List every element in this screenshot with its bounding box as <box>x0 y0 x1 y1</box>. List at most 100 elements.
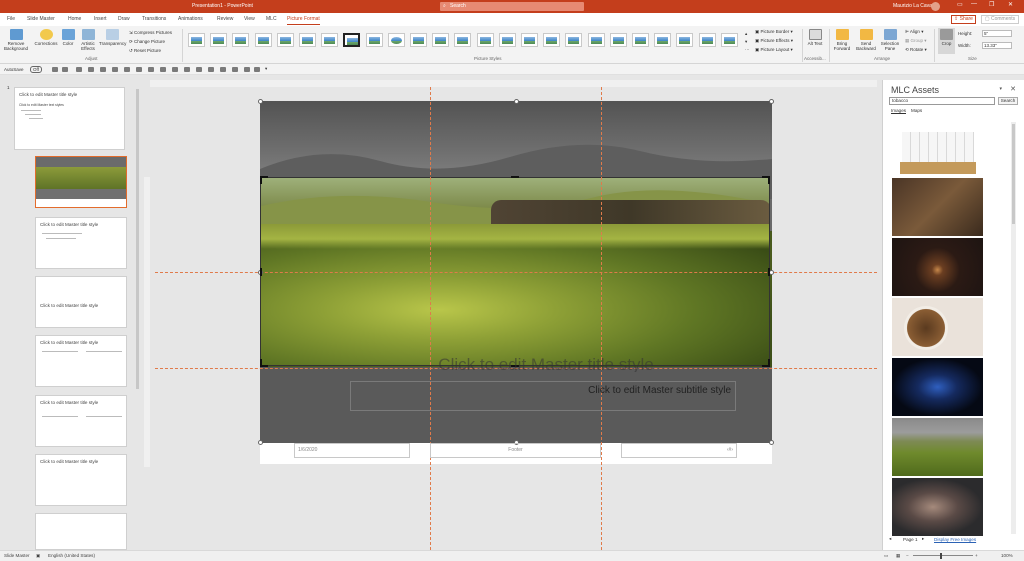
minimize-button[interactable]: — <box>971 1 977 7</box>
close-icon[interactable]: ✕ <box>1010 85 1016 93</box>
crop-handle[interactable] <box>260 268 262 276</box>
crop-handle[interactable] <box>768 176 770 184</box>
picture-style-option[interactable] <box>299 33 316 47</box>
sorter-view-icon[interactable]: ▦ <box>896 553 900 559</box>
picture-icon[interactable] <box>232 67 238 72</box>
bring-forward-button[interactable]: Bring Forward <box>832 29 852 51</box>
display-free-images-link[interactable]: Display Free Images <box>934 537 976 542</box>
resize-handle[interactable] <box>258 440 263 445</box>
resize-handle[interactable] <box>514 99 519 104</box>
slideshow-icon[interactable] <box>88 67 94 72</box>
transparency-button[interactable]: Transparency <box>99 29 126 46</box>
layout-thumbnail[interactable] <box>35 513 127 550</box>
picture-style-option[interactable] <box>321 33 339 47</box>
picture-style-option[interactable] <box>387 33 405 47</box>
crop-qat-icon[interactable] <box>184 67 190 72</box>
crop-button[interactable]: Crop <box>938 28 955 54</box>
guide-vertical[interactable] <box>601 87 602 550</box>
picture-style-option[interactable] <box>210 33 228 47</box>
layout-thumbnail[interactable]: Click to edit Master title style <box>35 217 127 269</box>
picture-style-option[interactable] <box>632 33 649 47</box>
picture-effects-button[interactable]: ▣ Picture Effects ▾ <box>755 38 793 44</box>
asset-image-tobacco-field[interactable] <box>892 418 983 476</box>
asset-search-button[interactable]: Search <box>998 97 1018 105</box>
scrollbar-thumb[interactable] <box>136 89 139 389</box>
picture-style-option[interactable] <box>565 33 583 47</box>
reset-picture-button[interactable]: ↺ Reset Picture <box>129 48 161 54</box>
layout-thumbnail-selected[interactable] <box>35 156 127 208</box>
restore-button[interactable]: ❐ <box>989 1 994 8</box>
tab-maps[interactable]: Maps <box>911 108 922 113</box>
picture-style-option[interactable] <box>654 33 672 47</box>
page-number-placeholder[interactable]: ‹#› <box>621 443 737 458</box>
asset-image-blue-smoke[interactable] <box>892 358 983 416</box>
picture-style-option[interactable] <box>521 33 538 47</box>
arrange-icon[interactable] <box>136 67 142 72</box>
tab-review[interactable]: Review <box>217 16 233 22</box>
asset-image-tobacco-leaves[interactable] <box>892 178 983 236</box>
send-backward-button[interactable]: Send Backward <box>855 29 877 51</box>
zoom-slider-thumb[interactable] <box>940 553 942 559</box>
next-page-icon[interactable]: ▸ <box>922 536 924 542</box>
alt-text-button[interactable]: Alt Text <box>807 29 823 46</box>
shape-fill-icon[interactable] <box>220 67 226 72</box>
text-box-icon[interactable] <box>208 67 214 72</box>
panel-scrollbar[interactable] <box>1011 122 1016 534</box>
gallery-more-arrow[interactable]: ⋯ <box>745 47 750 53</box>
tab-draw[interactable]: Draw <box>118 16 130 22</box>
picture-style-option[interactable] <box>720 33 738 47</box>
width-input[interactable]: 13.33" <box>982 42 1012 49</box>
tab-picture-format[interactable]: Picture Format <box>287 16 320 25</box>
panel-options-icon[interactable]: ▾ <box>999 86 1002 92</box>
picture-style-option[interactable] <box>698 33 716 47</box>
master-thumbnail[interactable]: Click to edit Master title style Click t… <box>14 87 125 150</box>
layout-thumbnail[interactable]: Click to edit Master title style <box>35 335 127 387</box>
group-button[interactable]: ▦ Group ▾ <box>905 38 927 44</box>
asset-image-smoke-dark[interactable] <box>892 238 983 296</box>
tab-animations[interactable]: Animations <box>178 16 203 22</box>
picture-style-option[interactable] <box>343 33 361 47</box>
resize-handle[interactable] <box>769 440 774 445</box>
thumbnail-scrollbar[interactable] <box>135 84 140 550</box>
tab-slide-master[interactable]: Slide Master <box>27 16 55 22</box>
picture-style-option[interactable] <box>609 33 627 47</box>
resize-handle[interactable] <box>769 99 774 104</box>
title-placeholder[interactable]: Click to edit Master title style <box>356 358 736 372</box>
picture-style-option[interactable] <box>188 33 205 47</box>
picture-style-option[interactable] <box>476 33 494 47</box>
subtitle-placeholder[interactable]: Click to edit Master subtitle style <box>350 381 736 411</box>
picture-layout-button[interactable]: ▣ Picture Layout ▾ <box>755 47 793 53</box>
zoom-slider[interactable] <box>913 555 973 556</box>
artistic-effects-button[interactable]: Artistic Effects <box>78 29 98 51</box>
picture-style-option[interactable] <box>676 33 694 47</box>
picture-style-option[interactable] <box>498 33 516 47</box>
lasso-icon[interactable] <box>196 67 202 72</box>
tab-file[interactable]: File <box>7 16 15 22</box>
share-button[interactable]: ⇪ Share <box>951 15 976 24</box>
gallery-up-arrow[interactable]: ▴ <box>745 31 747 37</box>
tab-home[interactable]: Home <box>68 16 81 22</box>
picture-border-button[interactable]: ▣ Picture Border ▾ <box>755 29 793 35</box>
prev-page-icon[interactable]: ◂ <box>889 536 891 542</box>
asset-image-cigarette-closeup[interactable] <box>892 298 983 356</box>
zoom-level[interactable]: 100% <box>1001 553 1013 558</box>
close-button[interactable]: ✕ <box>1008 1 1013 8</box>
guide-vertical[interactable] <box>430 87 431 550</box>
layout-thumbnail[interactable]: Click to edit Master title style <box>35 454 127 506</box>
tab-mlc[interactable]: MLC <box>266 16 277 22</box>
redo-icon[interactable] <box>76 67 82 72</box>
corrections-button[interactable]: Corrections <box>34 29 58 46</box>
tab-transitions[interactable]: Transitions <box>142 16 166 22</box>
accessibility-icon[interactable]: ▣ <box>36 553 40 559</box>
asset-image-woman-smoking[interactable] <box>892 478 983 536</box>
remove-background-button[interactable]: Remove Background <box>2 29 30 51</box>
selection-pane-button[interactable]: Selection Pane <box>879 29 901 51</box>
layout-thumbnail[interactable]: Click to edit Master title style <box>35 276 127 328</box>
rotate-button[interactable]: ⟲ Rotate ▾ <box>905 47 927 53</box>
crop-handle[interactable] <box>768 359 770 367</box>
compress-pictures-button[interactable]: ⇲ Compress Pictures <box>129 30 172 36</box>
chart-icon[interactable] <box>254 67 260 72</box>
tab-insert[interactable]: Insert <box>94 16 107 22</box>
picture-style-option[interactable] <box>454 33 472 47</box>
asset-search-input[interactable]: tobacco <box>889 97 995 105</box>
